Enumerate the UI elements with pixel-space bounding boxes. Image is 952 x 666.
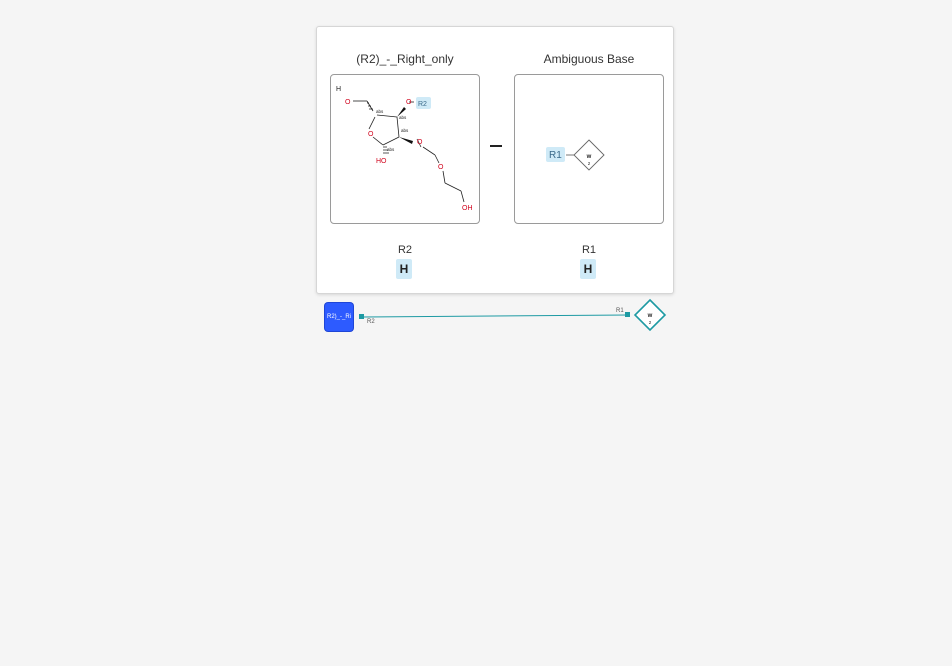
- r2-port-label: R2: [367, 319, 375, 325]
- r2-attachment-point[interactable]: [359, 314, 364, 319]
- base-node-symbol: w: [647, 313, 653, 319]
- r1-port-label: R1: [616, 308, 624, 314]
- sequence-canvas: w 2: [359, 298, 667, 332]
- r1-attachment-point[interactable]: [625, 312, 630, 317]
- sugar-monomer-node[interactable]: R2)_-_Ri: [325, 303, 353, 331]
- bond-line[interactable]: [361, 314, 629, 318]
